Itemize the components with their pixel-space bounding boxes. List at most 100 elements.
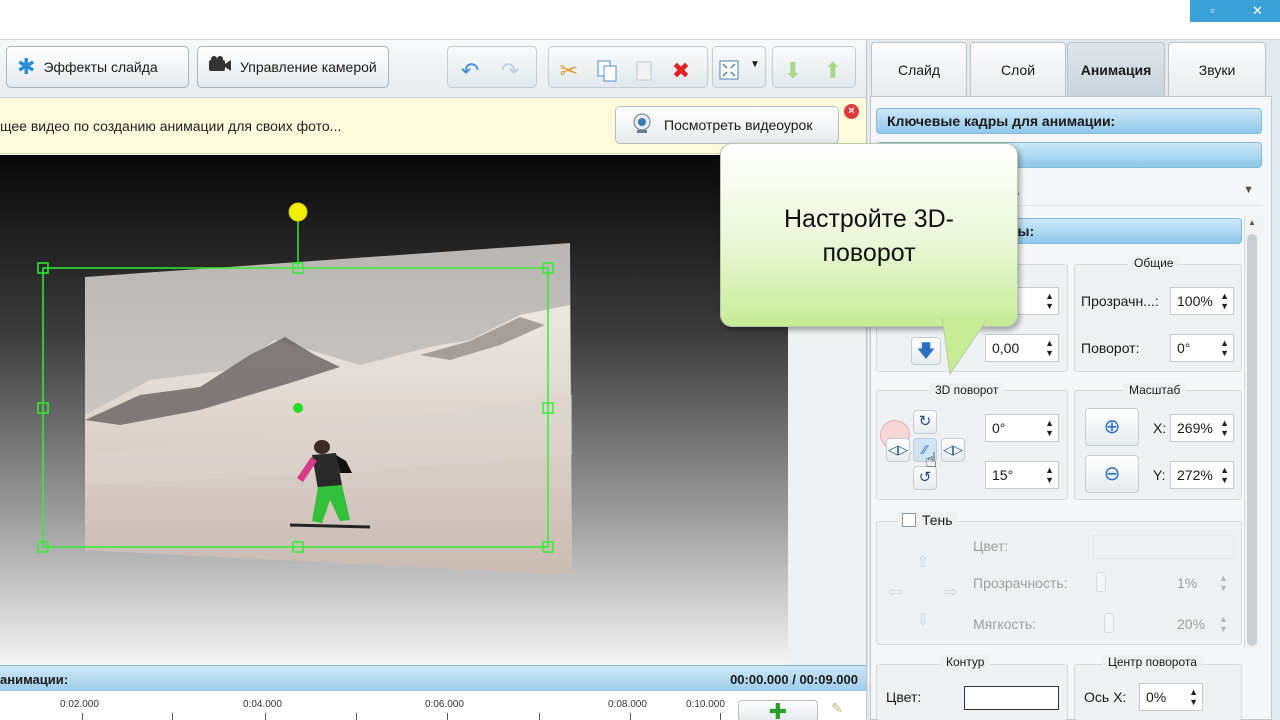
camera-icon bbox=[208, 55, 232, 79]
chevron-down-icon[interactable]: ▼ bbox=[750, 59, 760, 70]
tick bbox=[447, 713, 448, 720]
pivot-x-input[interactable]: 0% ▲ ▼ bbox=[1139, 683, 1203, 711]
tick bbox=[720, 713, 721, 720]
scroll-up-icon[interactable]: ▲ bbox=[1248, 218, 1256, 227]
panel-scrollbar[interactable]: ▲ bbox=[1244, 216, 1260, 648]
pivot-x-value: 0% bbox=[1146, 689, 1167, 705]
tick bbox=[265, 713, 266, 720]
position-y-value: 0,00 bbox=[992, 340, 1020, 356]
move-down-icon[interactable]: 🡇 bbox=[911, 337, 941, 365]
tab-animation[interactable]: Анимация bbox=[1067, 42, 1165, 96]
arrow-up-icon[interactable]: ⬆ bbox=[821, 59, 845, 83]
fit-screen-icon[interactable] bbox=[717, 59, 741, 83]
camera-control-button[interactable]: Управление камерой bbox=[197, 46, 389, 88]
rotation-label: Поворот: bbox=[1081, 340, 1140, 356]
tab-slide[interactable]: Слайд bbox=[871, 42, 967, 96]
tooltip-pointer bbox=[941, 318, 989, 376]
watch-tutorial-button[interactable]: Посмотреть видеоурок bbox=[615, 106, 839, 144]
copy-icon[interactable] bbox=[595, 59, 619, 83]
opacity-input[interactable]: 100% ▲ ▼ bbox=[1170, 287, 1234, 315]
paste-icon[interactable] bbox=[633, 59, 657, 83]
tab-sounds[interactable]: Звуки bbox=[1168, 42, 1266, 96]
main-toolbar: ✱ Эффекты слайда Управление камерой ↶ ↷ … bbox=[0, 40, 866, 98]
tick-label: 0:02.000 bbox=[60, 699, 99, 710]
add-keyframe-button[interactable]: ✚ bbox=[738, 700, 818, 720]
rotate-y-right-icon[interactable]: ◁▷ bbox=[941, 438, 965, 462]
fit-group[interactable]: ▼ bbox=[712, 46, 766, 88]
keyframes-header: Ключевые кадры для анимации: bbox=[876, 108, 1262, 134]
scale-x-label: X: bbox=[1153, 420, 1167, 436]
rotation-value: 0° bbox=[1177, 340, 1191, 356]
spin-arrows-icon[interactable]: ▲ ▼ bbox=[1045, 291, 1054, 311]
scale-y-input[interactable]: 272% ▲ ▼ bbox=[1170, 461, 1234, 489]
rotate3d-angle-1-value: 0° bbox=[992, 420, 1006, 436]
close-hint-icon[interactable]: × bbox=[844, 104, 859, 119]
cut-icon[interactable]: ✂ bbox=[557, 59, 581, 83]
spin-arrows-icon[interactable]: ▲ ▼ bbox=[1045, 338, 1054, 358]
scale-x-input[interactable]: 269% ▲ ▼ bbox=[1170, 414, 1234, 442]
slide-effects-label: Эффекты слайда bbox=[43, 59, 158, 75]
rotate-x-icon[interactable]: ↻ bbox=[913, 410, 937, 434]
arrow-down-icon[interactable]: ⬇ bbox=[781, 59, 805, 83]
opacity-value: 100% bbox=[1177, 293, 1213, 309]
spin-arrows-icon: ▲ ▼ bbox=[1219, 614, 1228, 634]
snowflake-icon: ✱ bbox=[17, 54, 36, 79]
shadow-softness-label: Мягкость: bbox=[973, 616, 1037, 632]
rotate-y-left-icon[interactable]: ◁▷ bbox=[886, 438, 910, 462]
rotate3d-angle-1-input[interactable]: 0° ▲ ▼ bbox=[985, 414, 1059, 442]
hand-cursor-icon: ☝ bbox=[925, 450, 938, 472]
center-handle[interactable] bbox=[293, 403, 303, 413]
delete-icon[interactable]: ✖ bbox=[669, 59, 693, 83]
timeline-ruler[interactable]: 0:02.000 0:04.000 0:06.000 0:08.000 0:10… bbox=[0, 691, 866, 720]
shadow-opacity-label: Прозрачность: bbox=[973, 575, 1068, 591]
rotate3d-title: 3D поворот bbox=[929, 383, 1005, 397]
rotation-input[interactable]: 0° ▲ ▼ bbox=[1170, 334, 1234, 362]
shadow-checkbox[interactable] bbox=[902, 513, 916, 527]
redo-icon[interactable]: ↷ bbox=[498, 59, 522, 83]
rotate3d-angle-2-input[interactable]: 15° ▲ ▼ bbox=[985, 461, 1059, 489]
tick bbox=[172, 713, 173, 720]
move-group: ⬇ ⬆ bbox=[772, 46, 856, 88]
spin-arrows-icon[interactable]: ▲ ▼ bbox=[1189, 687, 1198, 707]
zoom-in-icon[interactable]: ⊕ bbox=[1085, 408, 1139, 446]
tab-layer[interactable]: Слой bbox=[970, 42, 1066, 96]
slide-effects-button[interactable]: ✱ Эффекты слайда bbox=[6, 46, 189, 88]
general-title: Общие bbox=[1128, 256, 1180, 270]
tooltip-line-1: Настройте 3D- bbox=[784, 205, 954, 233]
shadow-color-swatch bbox=[1092, 535, 1234, 559]
spin-arrows-icon[interactable]: ▲ ▼ bbox=[1220, 338, 1229, 358]
tooltip-callout: Настройте 3D- поворот bbox=[720, 143, 1018, 327]
close-window-icon[interactable]: ✕ bbox=[1235, 0, 1280, 22]
position-y-input[interactable]: 0,00 ▲ ▼ bbox=[985, 334, 1059, 362]
contour-title: Контур bbox=[940, 655, 991, 669]
maximize-icon[interactable]: ▫ bbox=[1190, 0, 1235, 22]
scale-title: Масштаб bbox=[1123, 383, 1187, 397]
spin-arrows-icon[interactable]: ▲ ▼ bbox=[1220, 465, 1229, 485]
contour-color-swatch[interactable] bbox=[964, 686, 1059, 710]
opacity-label: Прозрачн...: bbox=[1081, 293, 1159, 309]
slide-canvas[interactable] bbox=[0, 155, 788, 665]
pivot-x-label: Ось X: bbox=[1084, 689, 1127, 705]
spin-arrows-icon: ▲ ▼ bbox=[1219, 573, 1228, 593]
shadow-down-icon: ⇩ bbox=[916, 612, 930, 629]
slide-preview bbox=[37, 202, 572, 575]
undo-icon[interactable]: ↶ bbox=[458, 59, 482, 83]
window-controls: ▫ ✕ bbox=[1190, 0, 1280, 22]
rotation-handle[interactable] bbox=[288, 202, 308, 222]
scale-y-label: Y: bbox=[1153, 467, 1166, 483]
spin-arrows-icon[interactable]: ▲ ▼ bbox=[1220, 418, 1229, 438]
spin-arrows-icon[interactable]: ▲ ▼ bbox=[1045, 418, 1054, 438]
edit-icon[interactable]: ✎ bbox=[822, 700, 852, 720]
spin-arrows-icon[interactable]: ▲ ▼ bbox=[1045, 465, 1054, 485]
tick bbox=[356, 713, 357, 720]
shadow-toggle[interactable]: Тень bbox=[898, 512, 957, 528]
zoom-out-icon[interactable]: ⊖ bbox=[1085, 455, 1139, 493]
tick-label: 0:04.000 bbox=[243, 699, 282, 710]
tick bbox=[630, 713, 631, 720]
photo-layer[interactable] bbox=[85, 243, 572, 575]
tick-label: 0:06.000 bbox=[425, 699, 464, 710]
shadow-up-icon: ⇧ bbox=[916, 554, 930, 571]
tooltip-line-2: поворот bbox=[822, 239, 916, 267]
spin-arrows-icon[interactable]: ▲ ▼ bbox=[1220, 291, 1229, 311]
scroll-thumb[interactable] bbox=[1247, 234, 1257, 646]
